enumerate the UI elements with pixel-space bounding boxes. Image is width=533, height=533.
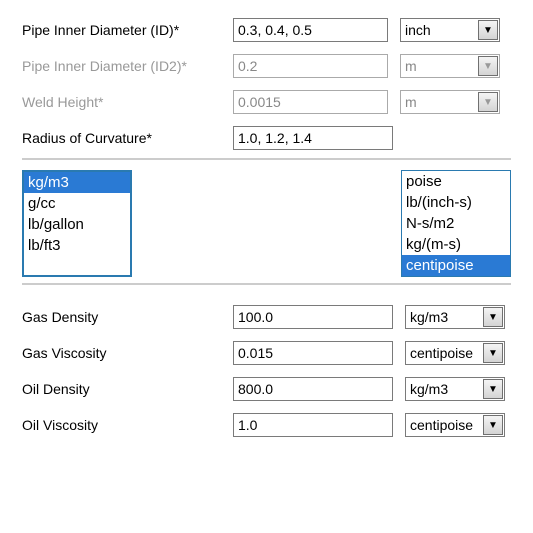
chevron-down-icon: ▼ bbox=[483, 343, 503, 363]
pipe-id-unit-select[interactable]: inch ▼ bbox=[400, 18, 500, 42]
pipe-id2-input bbox=[233, 54, 388, 78]
weld-height-unit-select: m ▼ bbox=[400, 90, 500, 114]
gas-viscosity-input[interactable] bbox=[233, 341, 393, 365]
viscosity-units-listbox[interactable]: poise lb/(inch-s) N-s/m2 kg/(m-s) centip… bbox=[401, 170, 511, 277]
oil-density-unit-select[interactable]: kg/m3 ▼ bbox=[405, 377, 505, 401]
gas-density-unit-value: kg/m3 bbox=[410, 309, 448, 325]
density-unit-option[interactable]: lb/gallon bbox=[24, 214, 130, 235]
oil-viscosity-label: Oil Viscosity bbox=[22, 417, 227, 433]
viscosity-unit-option[interactable]: kg/(m-s) bbox=[402, 234, 510, 255]
pipe-id-unit-value: inch bbox=[405, 22, 431, 38]
density-unit-option[interactable]: kg/m3 bbox=[24, 172, 130, 193]
weld-height-input bbox=[233, 90, 388, 114]
pipe-id2-label: Pipe Inner Diameter (ID2)* bbox=[22, 58, 227, 74]
chevron-down-icon: ▼ bbox=[483, 379, 503, 399]
gas-density-label: Gas Density bbox=[22, 309, 227, 325]
oil-viscosity-unit-value: centipoise bbox=[410, 417, 473, 433]
oil-viscosity-unit-select[interactable]: centipoise ▼ bbox=[405, 413, 505, 437]
gas-viscosity-label: Gas Viscosity bbox=[22, 345, 227, 361]
weld-height-unit-value: m bbox=[405, 94, 417, 110]
pipe-id-label: Pipe Inner Diameter (ID)* bbox=[22, 22, 227, 38]
viscosity-unit-option[interactable]: N-s/m2 bbox=[402, 213, 510, 234]
oil-density-input[interactable] bbox=[233, 377, 393, 401]
pipe-id-input[interactable] bbox=[233, 18, 388, 42]
density-unit-option[interactable]: lb/ft3 bbox=[24, 235, 130, 256]
pipe-id2-unit-value: m bbox=[405, 58, 417, 74]
gas-density-input[interactable] bbox=[233, 305, 393, 329]
density-units-listbox[interactable]: kg/m3 g/cc lb/gallon lb/ft3 bbox=[22, 170, 132, 277]
chevron-down-icon: ▼ bbox=[478, 92, 498, 112]
weld-height-label: Weld Height* bbox=[22, 94, 227, 110]
gas-viscosity-unit-value: centipoise bbox=[410, 345, 473, 361]
gas-viscosity-unit-select[interactable]: centipoise ▼ bbox=[405, 341, 505, 365]
viscosity-unit-option[interactable]: lb/(inch-s) bbox=[402, 192, 510, 213]
density-unit-option[interactable]: g/cc bbox=[24, 193, 130, 214]
oil-density-label: Oil Density bbox=[22, 381, 227, 397]
radius-curvature-input[interactable] bbox=[233, 126, 393, 150]
pipe-id2-unit-select: m ▼ bbox=[400, 54, 500, 78]
oil-density-unit-value: kg/m3 bbox=[410, 381, 448, 397]
viscosity-unit-option[interactable]: centipoise bbox=[402, 255, 510, 276]
gas-density-unit-select[interactable]: kg/m3 ▼ bbox=[405, 305, 505, 329]
chevron-down-icon: ▼ bbox=[478, 20, 498, 40]
chevron-down-icon: ▼ bbox=[483, 307, 503, 327]
chevron-down-icon: ▼ bbox=[478, 56, 498, 76]
oil-viscosity-input[interactable] bbox=[233, 413, 393, 437]
chevron-down-icon: ▼ bbox=[483, 415, 503, 435]
radius-curvature-label: Radius of Curvature* bbox=[22, 130, 227, 146]
viscosity-unit-option[interactable]: poise bbox=[402, 171, 510, 192]
